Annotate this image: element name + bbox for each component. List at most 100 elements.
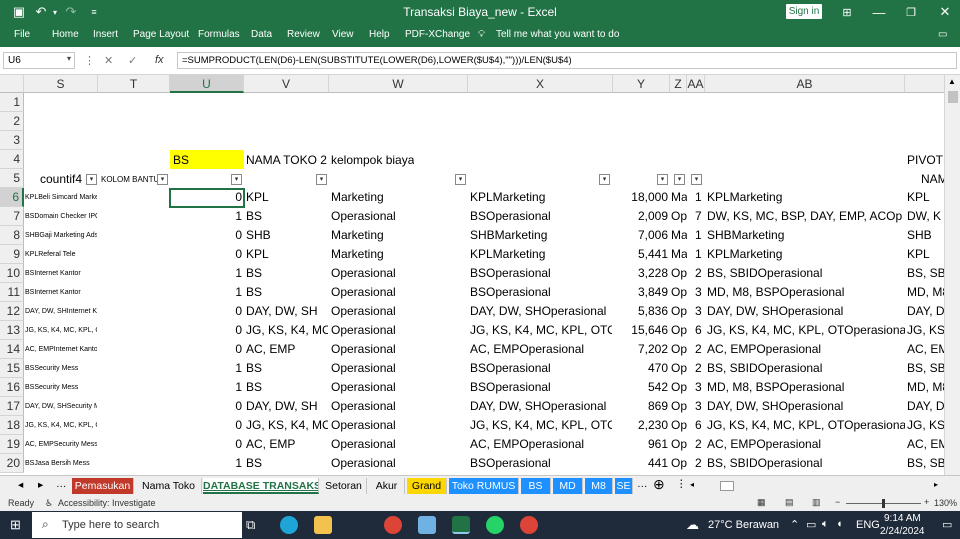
cell-ab[interactable]: SHBMarketing xyxy=(707,226,905,245)
cell-v[interactable]: KPL xyxy=(246,188,328,207)
cell-w[interactable]: Operasional xyxy=(331,378,467,397)
sheet-tab-md[interactable]: MD xyxy=(553,478,583,494)
cell-ab[interactable]: AC, EMPOperasional xyxy=(707,435,905,454)
cell-y[interactable]: 961 xyxy=(613,435,668,454)
cancel-icon[interactable]: ✕ xyxy=(104,54,113,67)
cell-u[interactable]: 0 xyxy=(172,321,242,340)
cell-v[interactable]: JG, KS, K4, MC xyxy=(246,321,328,340)
cell-v[interactable]: KPL xyxy=(246,245,328,264)
cell-z[interactable]: Ma xyxy=(671,188,687,207)
cell-v[interactable]: JG, KS, K4, MC xyxy=(246,416,328,435)
split-handle-icon[interactable]: ⋮ xyxy=(676,478,687,490)
cell-ab[interactable]: DAY, DW, SHOperasional xyxy=(707,397,905,416)
cell-aa[interactable]: 6 xyxy=(695,321,705,340)
cell-s[interactable]: KPLReferal Tele xyxy=(25,245,97,264)
cell-w[interactable]: Operasional xyxy=(331,207,467,226)
filter-dropdown-icon[interactable]: ▾ xyxy=(599,174,610,185)
cell-z[interactable]: Op xyxy=(671,359,687,378)
row-header[interactable]: 9 xyxy=(0,245,24,264)
cell-x[interactable]: AC, EMPOperasional xyxy=(470,435,612,454)
cell-z[interactable]: Op xyxy=(671,340,687,359)
cell-x[interactable]: BSOperasional xyxy=(470,207,612,226)
app-icon[interactable] xyxy=(418,516,436,534)
insert-function-icon[interactable]: fx xyxy=(155,54,164,66)
cell-w[interactable]: Operasional xyxy=(331,264,467,283)
cell-x[interactable]: KPLMarketing xyxy=(470,245,612,264)
cell-ac[interactable]: AC, EM xyxy=(907,340,944,359)
cell-s[interactable]: BSSecurity Mess xyxy=(25,359,97,378)
cell-ac[interactable]: BS, SB xyxy=(907,359,944,378)
cell-aa[interactable]: 3 xyxy=(695,283,705,302)
zoom-level[interactable]: 130% xyxy=(934,498,957,508)
cell-w[interactable]: Operasional xyxy=(331,302,467,321)
cell-z[interactable]: Ma xyxy=(671,226,687,245)
col-header-aa[interactable]: AA xyxy=(687,75,705,93)
cell-u4[interactable]: BS xyxy=(173,151,189,170)
sheet-tab-grand[interactable]: Grand xyxy=(407,478,447,494)
row-header[interactable]: 7 xyxy=(0,207,24,226)
cell-v[interactable]: BS xyxy=(246,454,328,473)
file-explorer-icon[interactable] xyxy=(314,516,332,534)
cell-x[interactable]: JG, KS, K4, MC, KPL, OTO xyxy=(470,416,612,435)
row-header[interactable]: 5 xyxy=(0,169,24,188)
cell-ac[interactable]: BS, SB xyxy=(907,454,944,473)
cell-x[interactable]: BSOperasional xyxy=(470,378,612,397)
cell-w[interactable]: Operasional xyxy=(331,435,467,454)
cell-z[interactable]: Op xyxy=(671,302,687,321)
cell-w4[interactable]: kelompok biaya xyxy=(331,151,414,170)
cell-ac[interactable]: DAY, D xyxy=(907,397,944,416)
cell-x[interactable]: DAY, DW, SHOperasional xyxy=(470,302,612,321)
cell-x[interactable]: BSOperasional xyxy=(470,454,612,473)
accessibility-status[interactable]: Accessibility: Investigate xyxy=(58,498,156,508)
cell-z[interactable]: Op xyxy=(671,454,687,473)
chevron-down-icon[interactable]: ▾ xyxy=(67,54,71,63)
network-icon[interactable]: ▭ xyxy=(806,518,816,531)
row-header[interactable]: 8 xyxy=(0,226,24,245)
cell-ab[interactable]: KPLMarketing xyxy=(707,188,905,207)
row-header[interactable]: 20 xyxy=(0,454,24,473)
sheet-tab-m8[interactable]: M8 xyxy=(585,478,613,494)
cell-aa[interactable]: 1 xyxy=(695,226,705,245)
cell-w[interactable]: Operasional xyxy=(331,416,467,435)
cell-ac[interactable]: KPL xyxy=(907,188,944,207)
normal-view-icon[interactable]: ▦ xyxy=(757,497,766,508)
sign-in-button[interactable]: Sign in xyxy=(786,4,822,19)
cell-s[interactable]: KPLBeli Simcard Marketing xyxy=(25,188,97,207)
more-sheets-icon[interactable]: … xyxy=(637,478,648,490)
row-header[interactable]: 2 xyxy=(0,112,24,131)
row-header[interactable]: 12 xyxy=(0,302,24,321)
cell-aa[interactable]: 2 xyxy=(695,340,705,359)
cell-s[interactable]: BSJasa Bersih Mess xyxy=(25,454,97,473)
cell-v[interactable]: BS xyxy=(246,207,328,226)
cell-y[interactable]: 3,228 xyxy=(613,264,668,283)
formula-input[interactable]: =SUMPRODUCT(LEN(D6)-LEN(SUBSTITUTE(LOWER… xyxy=(177,52,957,69)
cell-s[interactable]: JG, KS, K4, MC, KPL, OTOInternet Kantor xyxy=(25,321,97,340)
sheet-tab-pemasukan[interactable]: Pemasukan xyxy=(72,478,134,494)
filter-dropdown-icon[interactable]: ▾ xyxy=(455,174,466,185)
col-header-w[interactable]: W xyxy=(329,75,468,93)
cell-ab5[interactable]: NAM xyxy=(921,170,944,189)
more-sheets-icon[interactable]: … xyxy=(56,478,67,490)
sheet-tab-akur[interactable]: Akur xyxy=(369,478,405,494)
cell-ab[interactable]: DW, KS, MC, BSP, DAY, EMP, ACOp xyxy=(707,207,905,226)
vertical-scrollbar[interactable]: ▲ xyxy=(944,75,960,475)
col-header-ab[interactable]: AB xyxy=(705,75,905,93)
cell-w[interactable]: Operasional xyxy=(331,397,467,416)
cell-t5[interactable]: KOLOM BANTU xyxy=(101,170,159,189)
sheet-tab-nama-toko[interactable]: Nama Toko xyxy=(136,478,202,494)
cell-y[interactable]: 470 xyxy=(613,359,668,378)
tray-chevron-icon[interactable]: ⌃ xyxy=(790,518,799,531)
col-header-v[interactable]: V xyxy=(244,75,329,93)
cell-aa[interactable]: 2 xyxy=(695,435,705,454)
zoom-slider-thumb[interactable] xyxy=(882,499,885,508)
add-sheet-icon[interactable]: ⊕ xyxy=(653,476,665,493)
row-header[interactable]: 10 xyxy=(0,264,24,283)
page-layout-view-icon[interactable]: ▤ xyxy=(785,497,794,508)
sheet-tab-se[interactable]: SE xyxy=(615,478,633,494)
cell-v[interactable]: AC, EMP xyxy=(246,340,328,359)
cell-s[interactable]: BSInternet Kantor xyxy=(25,264,97,283)
cell-ac[interactable]: MD, M8 xyxy=(907,283,944,302)
sheet-tab-database-transaksi[interactable]: DATABASE TRANSAKSI xyxy=(203,478,319,494)
page-break-view-icon[interactable]: ▥ xyxy=(812,497,821,508)
next-sheet-icon[interactable]: ▸ xyxy=(38,479,43,491)
